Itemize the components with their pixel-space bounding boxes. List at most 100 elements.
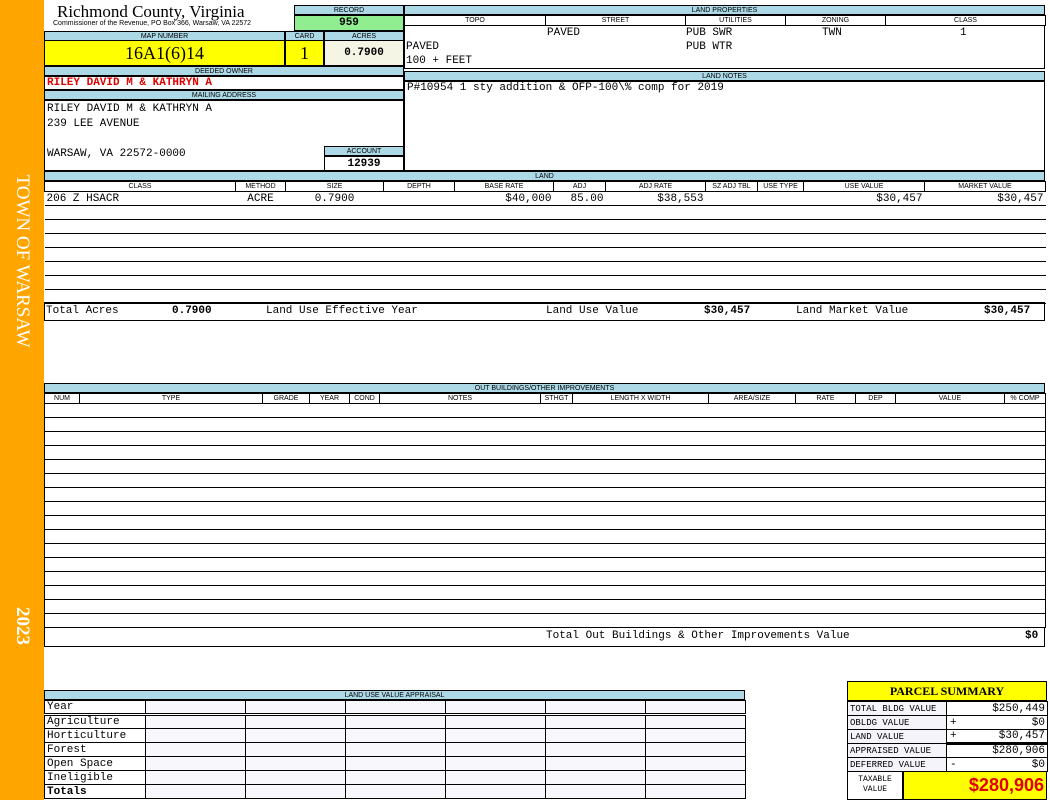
land-use-cell — [645, 700, 746, 716]
record-value: 959 — [294, 15, 404, 31]
land-cell: 0.7900 — [285, 191, 384, 206]
land-use-cell — [345, 714, 446, 729]
land-col-header: USE VALUE — [803, 181, 925, 192]
summary-value: $0 — [1031, 716, 1045, 729]
land-cell — [803, 233, 925, 248]
land-cell — [383, 261, 455, 276]
office-address: Commissioner of the Revenue, PO Box 366,… — [53, 20, 252, 27]
land-col-header: METHOD — [235, 181, 286, 192]
land-cell — [454, 219, 554, 234]
land-use-cell — [545, 770, 646, 785]
summary-row: LAND VALUE + $30,457 — [847, 729, 1048, 744]
land-cell — [235, 233, 286, 248]
land-use-cell — [445, 784, 546, 799]
land-row — [44, 219, 1046, 234]
outbuilding-cell — [44, 599, 1046, 614]
land-cell — [605, 261, 706, 276]
outbuilding-row — [44, 459, 1046, 474]
land-use-cell — [645, 784, 746, 799]
land-notes-text: P#10954 1 sty addition & OFP-100\% comp … — [404, 81, 1045, 171]
zoning-value: TWN — [822, 27, 842, 39]
outbuilding-cell — [44, 501, 1046, 516]
land-cell — [454, 205, 554, 220]
land-use-cell — [145, 742, 246, 757]
outbuilding-row — [44, 431, 1046, 446]
outbuilding-row — [44, 445, 1046, 460]
land-use-cell — [245, 728, 346, 743]
land-col-header: CLASS — [44, 181, 236, 192]
utility-1: PUB SWR — [686, 27, 733, 39]
total-acres-label: Total Acres — [46, 305, 119, 317]
land-col-header: ADJ RATE — [605, 181, 706, 192]
land-row — [44, 275, 1046, 290]
land-cell — [924, 205, 1046, 220]
account-label: ACCOUNT — [324, 146, 404, 156]
land-use-row-label: Horticulture — [44, 728, 146, 743]
deeded-owner-value: RILEY DAVID M & KATHRYN A — [44, 76, 404, 90]
col-class: CLASS — [885, 15, 1046, 26]
land-cell — [705, 247, 758, 262]
outbuildings-table: NUM TYPE GRADE YEAR COND NOTES STHGT LENGTH X W… — [44, 393, 1046, 628]
land-cell — [235, 275, 286, 290]
outbuilding-col-header: YEAR — [309, 393, 350, 404]
land-use-row: Ineligible — [44, 770, 746, 785]
outbuilding-row — [44, 599, 1046, 614]
outbuilding-col-header: NOTES — [379, 393, 541, 404]
land-use-cell — [445, 728, 546, 743]
land-cell — [757, 219, 804, 234]
land-cell — [553, 219, 606, 234]
outbuilding-cell — [44, 417, 1046, 432]
land-cell — [757, 261, 804, 276]
taxable-value-label: TAXABLE VALUE — [847, 771, 903, 800]
land-row — [44, 247, 1046, 262]
land-use-cell — [345, 756, 446, 771]
land-cell — [605, 205, 706, 220]
land-cell — [454, 261, 554, 276]
land-cell — [235, 261, 286, 276]
summary-sign: + — [950, 730, 957, 743]
land-cell — [285, 275, 384, 290]
land-use-cell — [145, 714, 246, 729]
parcel-summary-table: TOTAL BLDG VALUE $250,449 OBLDG VALUE + $0 LA… — [847, 701, 1048, 772]
mailing-line-3: WARSAW, VA 22572-0000 — [47, 148, 186, 160]
outbuilding-col-header: TYPE — [79, 393, 263, 404]
land-cell — [383, 275, 455, 290]
land-use-cell — [245, 742, 346, 757]
summary-row: DEFERRED VALUE - $0 — [847, 757, 1048, 772]
outbuilding-col-header: GRADE — [262, 393, 310, 404]
outbuilding-cell — [44, 459, 1046, 474]
land-use-cell — [645, 714, 746, 729]
outbuilding-row — [44, 557, 1046, 572]
land-use-cell — [445, 714, 546, 729]
outbuilding-row — [44, 487, 1046, 502]
outbuilding-cell — [44, 445, 1046, 460]
land-market-value-label: Land Market Value — [796, 305, 909, 317]
land-use-cell — [445, 756, 546, 771]
sidebar: TOWN OF WARSAW 2023 — [0, 0, 44, 800]
outbuilding-row — [44, 501, 1046, 516]
land-cell — [705, 261, 758, 276]
land-use-row: Agriculture — [44, 714, 746, 729]
land-cell — [553, 233, 606, 248]
land-label: LAND — [44, 171, 1045, 181]
land-use-cell — [545, 700, 646, 716]
land-cell: ACRE — [235, 191, 286, 206]
land-cell — [44, 205, 236, 220]
summary-sign: - — [950, 758, 957, 771]
land-use-cell — [245, 714, 346, 729]
land-cell — [235, 205, 286, 220]
summary-value-cell: + $30,457 — [946, 729, 1048, 744]
land-row — [44, 261, 1046, 276]
land-cell — [285, 247, 384, 262]
land-cell — [924, 219, 1046, 234]
county-title: Richmond County, Virginia — [57, 2, 245, 21]
land-use-value-label: Land Use Value — [546, 305, 639, 317]
outbuilding-cell — [44, 613, 1046, 628]
land-cell — [605, 219, 706, 234]
land-use-row: Totals — [44, 784, 746, 799]
outbuilding-col-header: COND — [349, 393, 380, 404]
land-use-cell — [645, 728, 746, 743]
outbuilding-cell — [44, 487, 1046, 502]
land-col-header: USE TYPE — [757, 181, 804, 192]
effective-year-label: Land Use Effective Year — [266, 305, 418, 317]
